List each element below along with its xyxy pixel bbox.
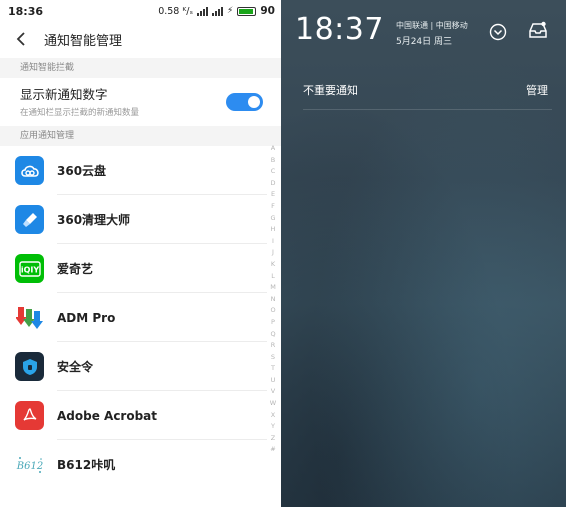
alphabet-letter[interactable]: W <box>270 398 276 410</box>
acrobat-icon <box>15 401 44 430</box>
alphabet-letter[interactable]: T <box>271 363 275 375</box>
alphabet-letter[interactable]: S <box>271 352 275 364</box>
app-row-360-cleaner[interactable]: 360清理大师 <box>0 195 281 244</box>
battery-icon: 90 <box>237 5 275 17</box>
alphabet-letter[interactable]: Q <box>270 329 275 341</box>
alphabet-letter[interactable]: J <box>272 247 274 259</box>
setting-subtitle: 在通知栏显示拦截的新通知数量 <box>20 108 140 118</box>
alphabet-letter[interactable]: A <box>271 143 275 155</box>
alphabet-letter[interactable]: X <box>271 410 275 422</box>
carrier-text: 中国联通 | 中国移动 <box>395 21 468 30</box>
alphabet-letter[interactable]: D <box>270 178 275 190</box>
chevron-down-icon[interactable] <box>488 22 508 42</box>
alphabet-letter[interactable]: # <box>270 444 275 456</box>
title-bar: 通知智能管理 <box>0 22 281 56</box>
network-speed: 0.58 ᴷ/ₛ <box>158 5 194 17</box>
broom-icon <box>15 205 44 234</box>
app-row-b612[interactable]: B612 B612咔叽 <box>0 440 281 489</box>
iqiyi-logo-icon: iQIY <box>15 254 44 283</box>
download-arrows-icon <box>15 303 44 332</box>
notification-box-icon[interactable] <box>528 20 548 40</box>
unimportant-notifications-label: 不重要通知 <box>303 83 358 97</box>
cloud-icon <box>15 156 44 185</box>
app-row-adm-pro[interactable]: ADM Pro <box>0 293 281 342</box>
alphabet-letter[interactable]: M <box>270 282 276 294</box>
show-count-setting[interactable]: 显示新通知数字 在通知栏显示拦截的新通知数量 <box>0 78 281 126</box>
app-name: 爱奇艺 <box>57 262 94 276</box>
alphabet-letter[interactable]: I <box>272 236 274 248</box>
alphabet-letter[interactable]: K <box>271 259 275 271</box>
app-name: 360云盘 <box>57 164 107 178</box>
app-name: Adobe Acrobat <box>57 408 158 423</box>
status-bar: 18:36 0.58 ᴷ/ₛ ⚡ 90 <box>0 0 281 22</box>
alphabet-index[interactable]: A B C D E F G H I J K L M N O P Q R S T U V W X Y Z # <box>268 143 278 456</box>
shade-time: 18:37 <box>295 12 384 47</box>
alphabet-letter[interactable]: H <box>271 224 276 236</box>
svg-text:B612: B612 <box>16 461 43 472</box>
battery-level: 90 <box>260 5 275 17</box>
manage-button[interactable]: 管理 <box>526 82 548 98</box>
app-row-security-token[interactable]: 安全令 <box>0 342 281 391</box>
b612-logo-icon: B612 <box>15 450 44 479</box>
signal-icon <box>197 6 209 16</box>
app-name: ADM Pro <box>57 310 116 325</box>
charging-icon: ⚡ <box>227 6 234 16</box>
alphabet-letter[interactable]: F <box>271 201 275 213</box>
status-time: 18:36 <box>8 4 44 18</box>
show-count-toggle[interactable] <box>226 93 263 111</box>
alphabet-letter[interactable]: P <box>271 317 275 329</box>
alphabet-letter[interactable]: G <box>270 213 275 225</box>
section-header-intercept: 通知智能拦截 <box>0 58 281 78</box>
app-name: 360清理大师 <box>57 213 131 227</box>
shade-header: 18:37 中国联通 | 中国移动 5月24日 周三 <box>281 0 566 62</box>
alphabet-letter[interactable]: Y <box>271 421 275 433</box>
date-text: 5月24日 周三 <box>395 37 453 47</box>
alphabet-letter[interactable]: C <box>271 166 276 178</box>
page-title: 通知智能管理 <box>44 33 123 49</box>
notification-shade-screen: 18:37 中国联通 | 中国移动 5月24日 周三 不重要通知 管理 <box>281 0 566 507</box>
unimportant-notifications-row[interactable]: 不重要通知 管理 <box>303 70 552 110</box>
alphabet-letter[interactable]: L <box>271 271 275 283</box>
alphabet-letter[interactable]: R <box>271 340 276 352</box>
alphabet-letter[interactable]: O <box>270 305 275 317</box>
app-row-adobe-acrobat[interactable]: Adobe Acrobat <box>0 391 281 440</box>
alphabet-letter[interactable]: V <box>271 386 275 398</box>
alphabet-letter[interactable]: N <box>271 294 276 306</box>
svg-text:iQIY: iQIY <box>20 265 39 274</box>
back-arrow-icon[interactable] <box>16 32 30 46</box>
signal-icon-2 <box>212 6 224 16</box>
notification-settings-screen: 18:36 0.58 ᴷ/ₛ ⚡ 90 通知智能管理 通知智能拦截 显示新通知数… <box>0 0 281 507</box>
app-name: B612咔叽 <box>57 458 116 472</box>
alphabet-letter[interactable]: B <box>271 155 275 167</box>
app-name: 安全令 <box>57 360 94 374</box>
alphabet-letter[interactable]: E <box>271 189 275 201</box>
app-list: 360云盘 360清理大师 iQIY 爱奇艺 ADM Pro 安全令 Adobe… <box>0 146 281 489</box>
alphabet-letter[interactable]: Z <box>271 433 275 445</box>
section-header-apps: 应用通知管理 <box>0 126 281 146</box>
shield-icon <box>15 352 44 381</box>
app-row-360-cloud[interactable]: 360云盘 <box>0 146 281 195</box>
alphabet-letter[interactable]: U <box>271 375 276 387</box>
app-row-iqiyi[interactable]: iQIY 爱奇艺 <box>0 244 281 293</box>
